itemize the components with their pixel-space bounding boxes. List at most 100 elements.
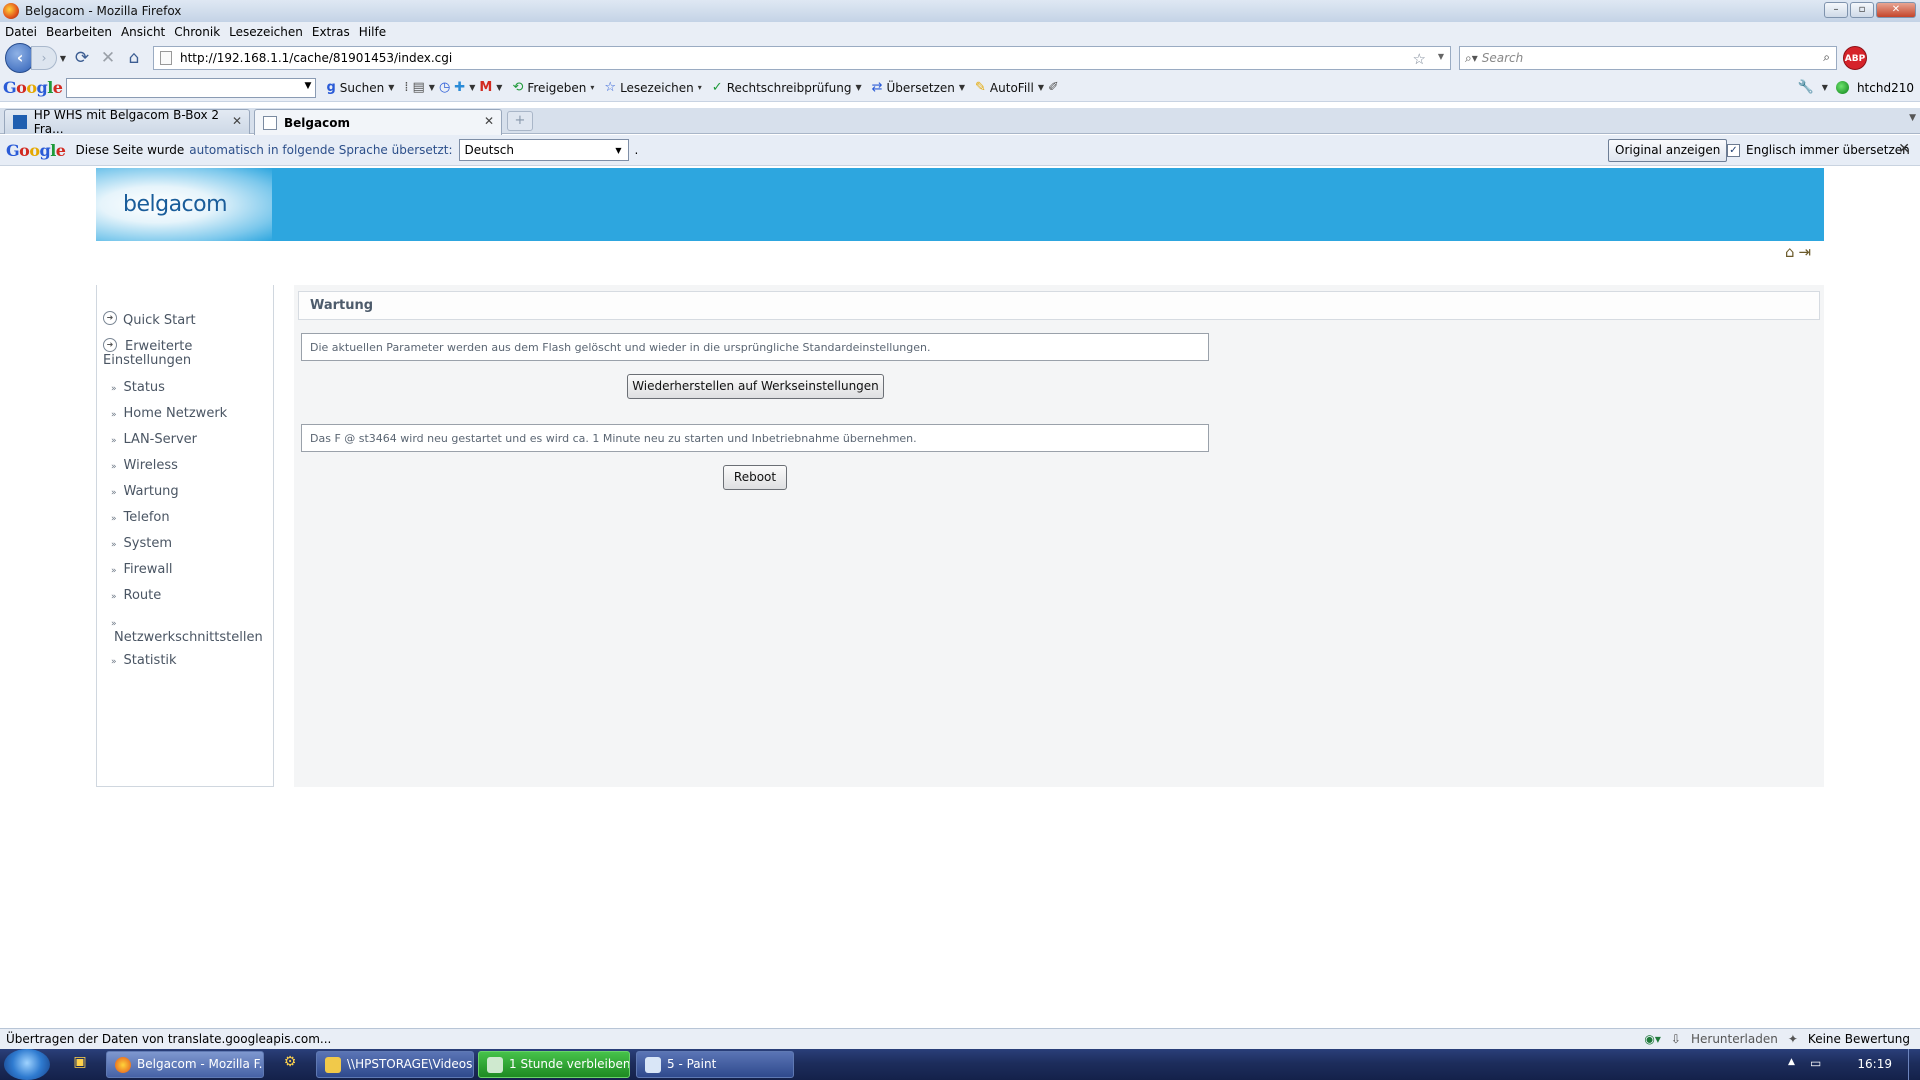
tab-favicon-icon [263,115,277,130]
sidebar-item-wartung[interactable]: » Wartung [111,484,179,499]
search-go-icon[interactable]: ⌕ [1823,50,1830,65]
always-translate-checkbox[interactable]: ✓ [1727,144,1740,157]
rating-label[interactable]: Keine Bewertung [1808,1032,1910,1046]
taskbar: ▣ Belgacom - Mozilla F... ⚙ \\HPSTORAGE\… [0,1049,1920,1080]
quicklaunch-media-icon[interactable]: ▣ [70,1054,90,1074]
close-translate-bar-icon[interactable]: ✕ [1898,141,1910,157]
clock[interactable]: 16:19 [1857,1057,1892,1071]
share-icon: ⟲ [512,80,524,95]
puzzle-icon[interactable]: ✚ [454,80,465,95]
tray-expand-icon[interactable]: ▲ [1788,1057,1795,1067]
gmail-icon[interactable]: M [479,80,492,95]
google-user[interactable]: htchd210 [1857,81,1914,95]
close-window-button[interactable]: ✕ [1876,2,1916,18]
sidebar: ➜ Quick Start ➜ Erweiterte Einstellungen… [96,285,274,787]
reboot-button[interactable]: Reboot [723,465,787,490]
start-button[interactable] [4,1049,50,1080]
share-button[interactable]: ⟲ Freigeben ▾ [512,80,594,95]
autofill-button[interactable]: ✎ AutoFill ▼ ✐ [975,80,1059,95]
translate-button[interactable]: ⇄ Übersetzen ▼ [872,80,965,95]
wrench-icon[interactable]: 🔧 [1798,80,1814,95]
google-toolbar: Google ▼ g Suchen ▼ ⁞ ▤ ▼ ◷ ✚ ▼ M ▼ ⟲ Freig… [0,74,1920,102]
home-icon[interactable]: ⌂ [1785,243,1795,261]
spellcheck-button[interactable]: ✓ Rechtschreibprüfung ▼ [712,80,862,95]
status-text: Übertragen der Daten von translate.googl… [6,1032,332,1046]
pen-icon[interactable]: ✐ [1048,80,1059,95]
new-tab-button[interactable]: + [507,111,533,131]
factory-reset-button[interactable]: Wiederherstellen auf Werkseinstellungen [627,374,884,399]
sidebar-item-home-netzwerk[interactable]: » Home Netzwerk [111,406,227,421]
taskbar-copy-progress[interactable]: 1 Stunde verbleibend [478,1051,630,1078]
url-bar[interactable]: http://192.168.1.1/cache/81901453/index.… [153,46,1451,70]
bookmark-star-icon[interactable]: ☆ [1413,50,1426,68]
tab-strip: HP WHS mit Belgacom B-Box 2 Fra... ✕ Bel… [0,108,1920,136]
translate-text-2: automatisch in folgende Sprache übersetz… [189,143,453,157]
google-logo: Google [3,78,63,97]
sidebar-item-telefon[interactable]: » Telefon [111,510,170,525]
sidebar-item-route[interactable]: » Route [111,588,161,603]
reset-message: Die aktuellen Parameter werden aus dem F… [301,333,1209,361]
quicklaunch-tool-icon[interactable]: ⚙ [280,1054,300,1074]
spellcheck-icon: ✓ [711,80,723,95]
url-text[interactable]: http://192.168.1.1/cache/81901453/index.… [180,51,452,65]
url-dropdown-icon[interactable]: ▼ [1438,52,1444,61]
home-icon[interactable]: ⌂ [121,48,147,68]
google-tools-icons[interactable]: ⁞ ▤ ▼ ◷ ✚ ▼ M ▼ [404,80,502,95]
copy-icon [487,1057,503,1073]
tab-hp-whs[interactable]: HP WHS mit Belgacom B-Box 2 Fra... ✕ [4,108,250,136]
belgacom-logo: belgacom [96,168,272,241]
tab-close-icon[interactable]: ✕ [232,114,242,128]
forward-button[interactable]: › [31,46,57,70]
sidebar-item-netzwerkschnittstellen[interactable]: » Netzwerkschnittstellen [111,615,263,645]
sidebar-item-wireless[interactable]: » Wireless [111,458,178,473]
maximize-button[interactable]: ▫ [1850,2,1874,18]
window-title: Belgacom - Mozilla Firefox [25,4,182,18]
taskbar-firefox[interactable]: Belgacom - Mozilla F... [106,1051,264,1078]
sidebar-item-quick-start[interactable]: ➜ Quick Start [103,311,196,328]
search-placeholder[interactable]: Search [1482,51,1524,65]
menu-extras[interactable]: Extras [312,25,350,39]
taskbar-explorer[interactable]: \\HPSTORAGE\Videos [316,1051,474,1078]
sidebar-item-statistik[interactable]: » Statistik [111,653,177,668]
always-translate-label: Englisch immer übersetzen [1746,143,1910,157]
sidebar-item-status[interactable]: » Status [111,380,165,395]
sidebar-item-lan-server[interactable]: » LAN-Server [111,432,197,447]
show-original-button[interactable]: Original anzeigen [1608,139,1728,162]
google-search-button[interactable]: g Suchen ▼ [326,80,394,95]
google-search-input[interactable]: ▼ [66,77,317,98]
stop-icon[interactable]: ✕ [95,48,121,68]
menu-lesezeichen[interactable]: Lesezeichen [229,25,303,39]
menu-datei[interactable]: Datei [5,25,37,39]
minimize-button[interactable]: – [1824,2,1848,18]
download-label[interactable]: Herunterladen [1691,1032,1778,1046]
status-bar: Übertragen der Daten von translate.googl… [0,1028,1920,1049]
search-bar[interactable]: ⌕▾ Search ⌕ [1459,46,1837,70]
tab-belgacom[interactable]: Belgacom ✕ [254,109,502,135]
window-controls: – ▫ ✕ [1824,2,1916,18]
taskbar-paint[interactable]: 5 - Paint [636,1051,794,1078]
clock-icon[interactable]: ◷ [439,80,450,95]
paint-icon [645,1057,661,1073]
globe-icon[interactable]: ◉▾ [1644,1032,1661,1046]
bookmarks-button[interactable]: ☆ Lesezeichen ▾ [604,80,701,95]
history-dropdown-icon[interactable]: ▼ [57,54,69,63]
menu-chronik[interactable]: Chronik [174,25,220,39]
tab-list-icon[interactable]: ▼ [1909,113,1916,123]
menu-hilfe[interactable]: Hilfe [359,25,386,39]
sidebar-item-system[interactable]: » System [111,536,172,551]
menu-bearbeiten[interactable]: Bearbeiten [46,25,112,39]
network-icon[interactable]: ▭ [1810,1056,1821,1070]
tab-close-icon[interactable]: ✕ [484,114,494,128]
status-dot-icon [1835,81,1849,94]
adblock-icon[interactable]: ABP [1843,46,1867,70]
reload-icon[interactable]: ⟳ [69,48,95,68]
search-engine-icon[interactable]: ⌕▾ [1465,51,1478,66]
language-select[interactable]: Deutsch ▼ [458,139,629,161]
page-tools-icon[interactable]: ▤ [413,80,425,95]
logout-icon[interactable]: ⇥ [1799,243,1812,261]
show-desktop-button[interactable] [1908,1049,1920,1080]
menubar: Datei Bearbeiten Ansicht Chronik Lesezei… [0,22,1920,42]
sidebar-item-advanced[interactable]: ➜ Erweiterte Einstellungen [103,338,253,368]
sidebar-item-firewall[interactable]: » Firewall [111,562,173,577]
menu-ansicht[interactable]: Ansicht [121,25,165,39]
